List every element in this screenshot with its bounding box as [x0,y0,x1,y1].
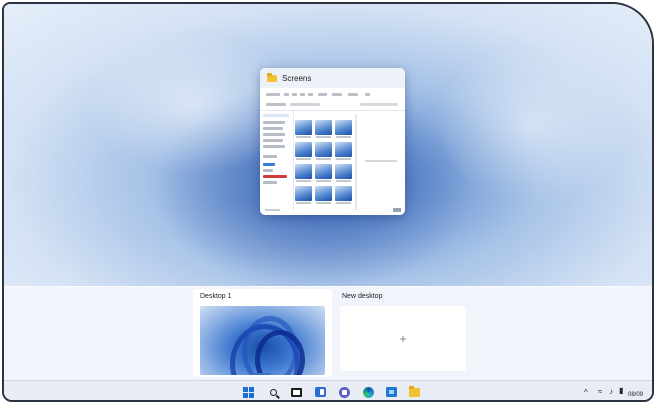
teams-chat-icon [338,386,350,398]
volume-icon[interactable]: ♪ [609,387,613,396]
folder-icon [267,72,277,82]
new-desktop-button[interactable]: + [340,306,466,371]
task-view-icon [290,387,302,397]
scrollbar[interactable] [355,114,357,210]
details-pane [365,160,397,162]
window-title: Screens [282,73,312,83]
active-desktop-indicator [255,373,271,375]
navigation-pane [260,111,294,211]
wifi-icon[interactable]: ≈ [598,387,602,396]
file-explorer-icon [408,385,420,397]
windows-logo-icon [242,386,254,398]
file-explorer-button[interactable] [408,385,420,398]
taskbar [4,380,652,400]
search-button[interactable] [267,386,279,398]
window-toolbar [260,88,405,111]
start-button[interactable] [242,386,254,398]
edge-icon [362,386,374,398]
file-thumbnail-grid [295,120,353,212]
screen-frame: Screens Desktop 1 New desktop + ^ ≈ ♪ ▮ … [2,2,654,402]
clock[interactable]: 08/09 [628,392,643,398]
show-hidden-icons-chevron[interactable]: ^ [584,388,588,397]
search-icon [269,388,277,396]
desktop-1-label: Desktop 1 [200,293,232,300]
plus-icon: + [399,331,407,346]
window-title-bar: Screens [260,68,405,88]
desktop-1-thumbnail[interactable] [200,306,325,375]
store-icon [385,387,397,397]
widgets-button[interactable] [314,386,326,398]
running-app-indicator [411,401,417,402]
teams-chat-button[interactable] [338,386,350,398]
view-toggle[interactable] [393,208,401,212]
status-bar [265,209,280,211]
battery-icon[interactable]: ▮ [619,386,623,395]
edge-button[interactable] [362,386,374,398]
explorer-window-thumbnail[interactable]: Screens [260,68,405,215]
task-view-button[interactable] [290,386,302,398]
new-desktop-label: New desktop [342,293,383,300]
widgets-icon [314,387,326,397]
store-button[interactable] [385,386,397,398]
